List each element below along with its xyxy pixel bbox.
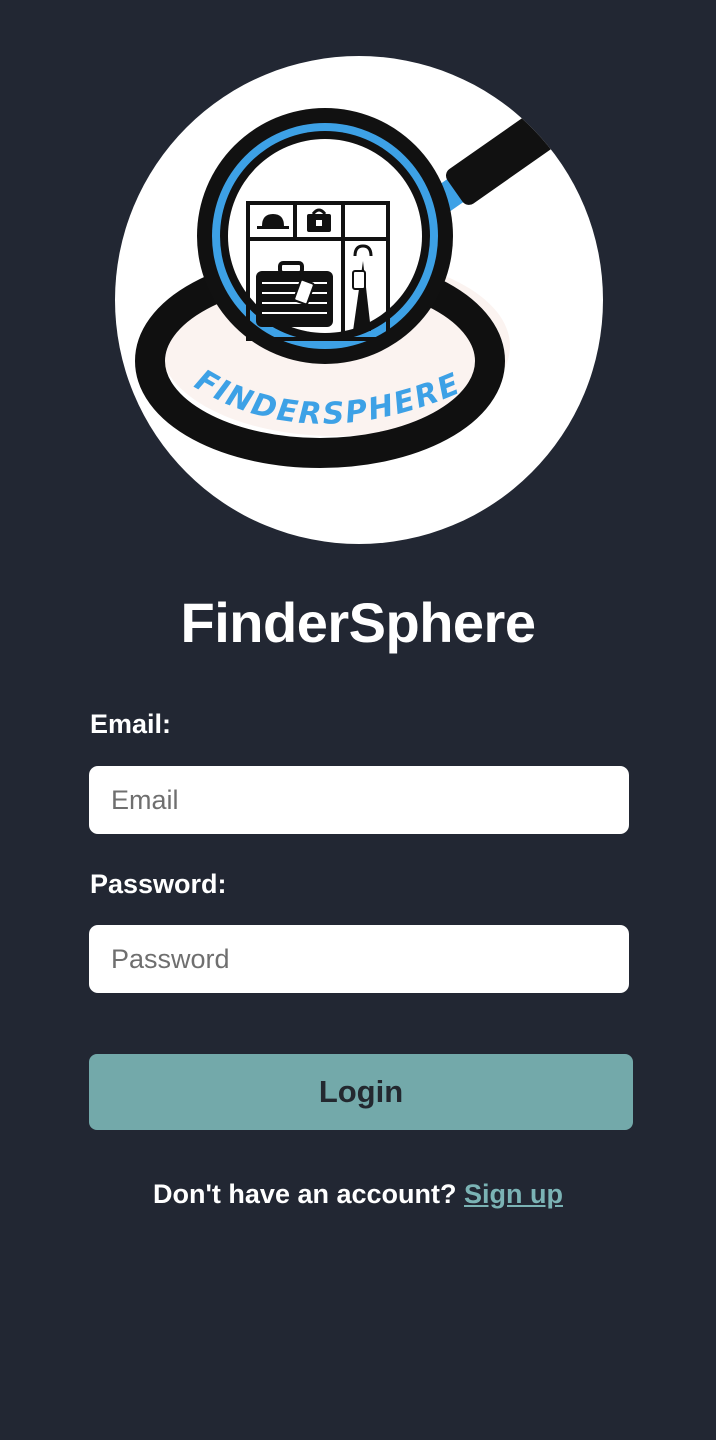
signup-prompt-row: Don't have an account? Sign up — [0, 1179, 716, 1210]
login-button[interactable]: Login — [89, 1054, 633, 1130]
signup-link[interactable]: Sign up — [464, 1179, 563, 1209]
email-field[interactable] — [89, 766, 629, 834]
app-title: FinderSphere — [180, 591, 536, 654]
magnifier-logo-icon: FINDERSPHERE — [135, 107, 563, 468]
password-field[interactable] — [89, 925, 629, 993]
signup-prompt-text: Don't have an account? — [153, 1179, 457, 1209]
app-logo: FINDERSPHERE — [115, 56, 603, 544]
password-label: Password: — [90, 869, 227, 899]
email-label: Email: — [90, 709, 172, 739]
